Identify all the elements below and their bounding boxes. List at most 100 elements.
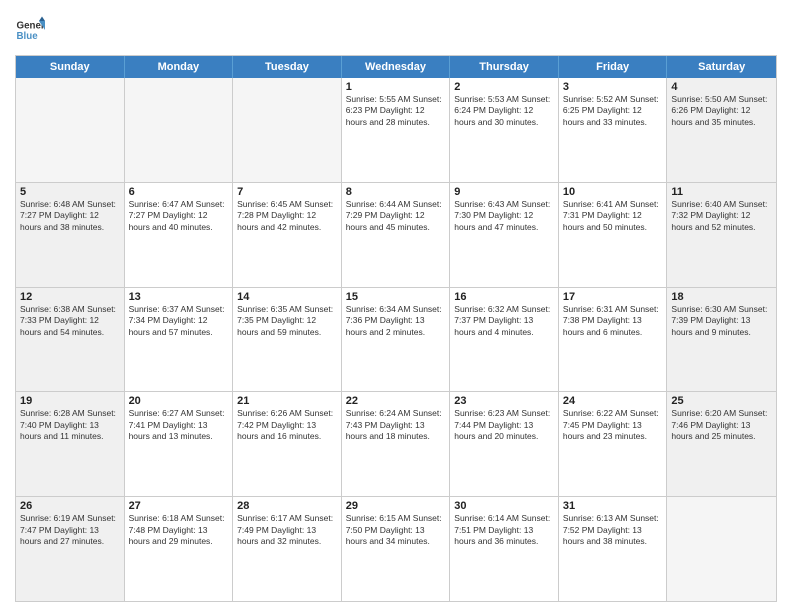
- calendar-header-tuesday: Tuesday: [233, 56, 342, 78]
- day-info: Sunrise: 6:35 AM Sunset: 7:35 PM Dayligh…: [237, 304, 337, 338]
- day-number: 20: [129, 395, 229, 407]
- svg-text:Blue: Blue: [17, 31, 39, 42]
- calendar-cell: 26Sunrise: 6:19 AM Sunset: 7:47 PM Dayli…: [16, 497, 125, 601]
- calendar-cell: 1Sunrise: 5:55 AM Sunset: 6:23 PM Daylig…: [342, 78, 451, 182]
- day-number: 5: [20, 186, 120, 198]
- day-number: 14: [237, 291, 337, 303]
- calendar-cell: [233, 78, 342, 182]
- calendar-cell: 23Sunrise: 6:23 AM Sunset: 7:44 PM Dayli…: [450, 392, 559, 496]
- day-info: Sunrise: 5:53 AM Sunset: 6:24 PM Dayligh…: [454, 94, 554, 128]
- day-info: Sunrise: 6:14 AM Sunset: 7:51 PM Dayligh…: [454, 513, 554, 547]
- day-info: Sunrise: 6:34 AM Sunset: 7:36 PM Dayligh…: [346, 304, 446, 338]
- calendar-cell: 7Sunrise: 6:45 AM Sunset: 7:28 PM Daylig…: [233, 183, 342, 287]
- day-number: 10: [563, 186, 663, 198]
- day-number: 28: [237, 500, 337, 512]
- page-container: General Blue SundayMondayTuesdayWednesda…: [0, 0, 792, 612]
- day-number: 23: [454, 395, 554, 407]
- day-number: 6: [129, 186, 229, 198]
- day-number: 15: [346, 291, 446, 303]
- calendar-cell: 27Sunrise: 6:18 AM Sunset: 7:48 PM Dayli…: [125, 497, 234, 601]
- logo: General Blue: [15, 15, 45, 45]
- calendar-cell: 18Sunrise: 6:30 AM Sunset: 7:39 PM Dayli…: [667, 288, 776, 392]
- calendar-header-wednesday: Wednesday: [342, 56, 451, 78]
- day-info: Sunrise: 6:20 AM Sunset: 7:46 PM Dayligh…: [671, 408, 772, 442]
- day-info: Sunrise: 6:38 AM Sunset: 7:33 PM Dayligh…: [20, 304, 120, 338]
- calendar-cell: 24Sunrise: 6:22 AM Sunset: 7:45 PM Dayli…: [559, 392, 668, 496]
- calendar-cell: 6Sunrise: 6:47 AM Sunset: 7:27 PM Daylig…: [125, 183, 234, 287]
- day-info: Sunrise: 5:55 AM Sunset: 6:23 PM Dayligh…: [346, 94, 446, 128]
- day-number: 22: [346, 395, 446, 407]
- calendar-cell: 2Sunrise: 5:53 AM Sunset: 6:24 PM Daylig…: [450, 78, 559, 182]
- calendar-header-thursday: Thursday: [450, 56, 559, 78]
- calendar-week-0: 1Sunrise: 5:55 AM Sunset: 6:23 PM Daylig…: [16, 78, 776, 183]
- logo-icon: General Blue: [15, 15, 45, 45]
- day-info: Sunrise: 6:13 AM Sunset: 7:52 PM Dayligh…: [563, 513, 663, 547]
- day-number: 25: [671, 395, 772, 407]
- calendar-header-sunday: Sunday: [16, 56, 125, 78]
- calendar-cell: 17Sunrise: 6:31 AM Sunset: 7:38 PM Dayli…: [559, 288, 668, 392]
- calendar-cell: 12Sunrise: 6:38 AM Sunset: 7:33 PM Dayli…: [16, 288, 125, 392]
- calendar-cell: 29Sunrise: 6:15 AM Sunset: 7:50 PM Dayli…: [342, 497, 451, 601]
- day-info: Sunrise: 6:23 AM Sunset: 7:44 PM Dayligh…: [454, 408, 554, 442]
- day-number: 1: [346, 81, 446, 93]
- day-info: Sunrise: 6:44 AM Sunset: 7:29 PM Dayligh…: [346, 199, 446, 233]
- calendar-cell: 9Sunrise: 6:43 AM Sunset: 7:30 PM Daylig…: [450, 183, 559, 287]
- calendar: SundayMondayTuesdayWednesdayThursdayFrid…: [15, 55, 777, 602]
- day-number: 19: [20, 395, 120, 407]
- calendar-cell: 14Sunrise: 6:35 AM Sunset: 7:35 PM Dayli…: [233, 288, 342, 392]
- calendar-cell: 16Sunrise: 6:32 AM Sunset: 7:37 PM Dayli…: [450, 288, 559, 392]
- day-info: Sunrise: 6:19 AM Sunset: 7:47 PM Dayligh…: [20, 513, 120, 547]
- calendar-cell: 15Sunrise: 6:34 AM Sunset: 7:36 PM Dayli…: [342, 288, 451, 392]
- day-info: Sunrise: 6:32 AM Sunset: 7:37 PM Dayligh…: [454, 304, 554, 338]
- calendar-cell: [16, 78, 125, 182]
- calendar-header-friday: Friday: [559, 56, 668, 78]
- day-info: Sunrise: 6:48 AM Sunset: 7:27 PM Dayligh…: [20, 199, 120, 233]
- calendar-cell: 31Sunrise: 6:13 AM Sunset: 7:52 PM Dayli…: [559, 497, 668, 601]
- day-number: 18: [671, 291, 772, 303]
- calendar-header-monday: Monday: [125, 56, 234, 78]
- day-info: Sunrise: 5:50 AM Sunset: 6:26 PM Dayligh…: [671, 94, 772, 128]
- day-number: 16: [454, 291, 554, 303]
- calendar-cell: 5Sunrise: 6:48 AM Sunset: 7:27 PM Daylig…: [16, 183, 125, 287]
- day-number: 13: [129, 291, 229, 303]
- day-number: 9: [454, 186, 554, 198]
- calendar-week-1: 5Sunrise: 6:48 AM Sunset: 7:27 PM Daylig…: [16, 183, 776, 288]
- day-number: 4: [671, 81, 772, 93]
- day-number: 7: [237, 186, 337, 198]
- calendar-cell: 19Sunrise: 6:28 AM Sunset: 7:40 PM Dayli…: [16, 392, 125, 496]
- day-number: 26: [20, 500, 120, 512]
- day-number: 12: [20, 291, 120, 303]
- day-number: 8: [346, 186, 446, 198]
- calendar-cell: 3Sunrise: 5:52 AM Sunset: 6:25 PM Daylig…: [559, 78, 668, 182]
- calendar-header-saturday: Saturday: [667, 56, 776, 78]
- day-number: 31: [563, 500, 663, 512]
- day-info: Sunrise: 5:52 AM Sunset: 6:25 PM Dayligh…: [563, 94, 663, 128]
- day-info: Sunrise: 6:30 AM Sunset: 7:39 PM Dayligh…: [671, 304, 772, 338]
- calendar-cell: 28Sunrise: 6:17 AM Sunset: 7:49 PM Dayli…: [233, 497, 342, 601]
- calendar-cell: 22Sunrise: 6:24 AM Sunset: 7:43 PM Dayli…: [342, 392, 451, 496]
- day-info: Sunrise: 6:18 AM Sunset: 7:48 PM Dayligh…: [129, 513, 229, 547]
- calendar-week-2: 12Sunrise: 6:38 AM Sunset: 7:33 PM Dayli…: [16, 288, 776, 393]
- day-number: 29: [346, 500, 446, 512]
- day-info: Sunrise: 6:15 AM Sunset: 7:50 PM Dayligh…: [346, 513, 446, 547]
- day-info: Sunrise: 6:27 AM Sunset: 7:41 PM Dayligh…: [129, 408, 229, 442]
- calendar-cell: 11Sunrise: 6:40 AM Sunset: 7:32 PM Dayli…: [667, 183, 776, 287]
- day-number: 30: [454, 500, 554, 512]
- day-info: Sunrise: 6:26 AM Sunset: 7:42 PM Dayligh…: [237, 408, 337, 442]
- calendar-header-row: SundayMondayTuesdayWednesdayThursdayFrid…: [16, 56, 776, 78]
- day-info: Sunrise: 6:37 AM Sunset: 7:34 PM Dayligh…: [129, 304, 229, 338]
- day-number: 21: [237, 395, 337, 407]
- calendar-week-4: 26Sunrise: 6:19 AM Sunset: 7:47 PM Dayli…: [16, 497, 776, 601]
- calendar-cell: 20Sunrise: 6:27 AM Sunset: 7:41 PM Dayli…: [125, 392, 234, 496]
- day-number: 3: [563, 81, 663, 93]
- day-info: Sunrise: 6:40 AM Sunset: 7:32 PM Dayligh…: [671, 199, 772, 233]
- calendar-cell: 13Sunrise: 6:37 AM Sunset: 7:34 PM Dayli…: [125, 288, 234, 392]
- day-info: Sunrise: 6:47 AM Sunset: 7:27 PM Dayligh…: [129, 199, 229, 233]
- calendar-cell: 30Sunrise: 6:14 AM Sunset: 7:51 PM Dayli…: [450, 497, 559, 601]
- calendar-cell: 25Sunrise: 6:20 AM Sunset: 7:46 PM Dayli…: [667, 392, 776, 496]
- day-number: 24: [563, 395, 663, 407]
- calendar-cell: 21Sunrise: 6:26 AM Sunset: 7:42 PM Dayli…: [233, 392, 342, 496]
- day-info: Sunrise: 6:22 AM Sunset: 7:45 PM Dayligh…: [563, 408, 663, 442]
- calendar-cell: [667, 497, 776, 601]
- day-info: Sunrise: 6:17 AM Sunset: 7:49 PM Dayligh…: [237, 513, 337, 547]
